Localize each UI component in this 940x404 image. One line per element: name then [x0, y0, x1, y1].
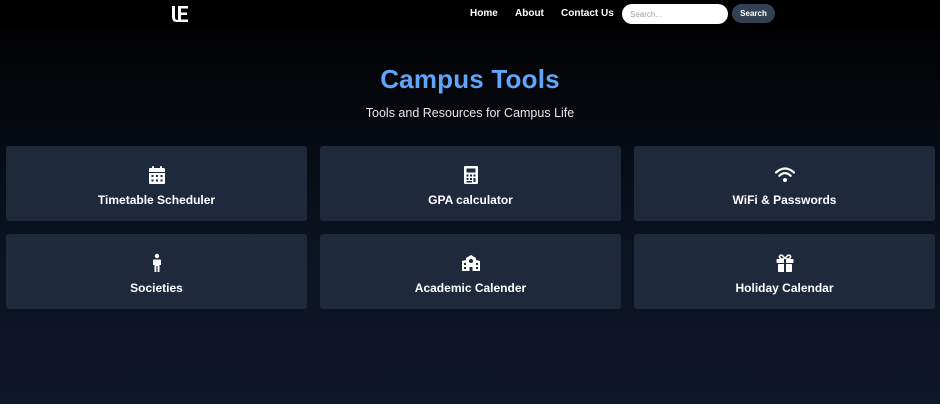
navbar: Home About Contact Us Search — [0, 0, 940, 30]
school-icon — [461, 253, 481, 273]
nav-contact-link[interactable]: Contact Us — [561, 8, 614, 19]
tools-grid: Timetable Scheduler GPA calculator WiFi … — [6, 146, 935, 309]
search-input[interactable] — [622, 4, 728, 24]
page-title: Campus Tools — [380, 64, 560, 94]
page-subtitle: Tools and Resources for Campus Life — [365, 106, 575, 120]
tool-card-academic-calender[interactable]: Academic Calender — [320, 234, 621, 309]
person-icon — [147, 253, 167, 273]
tool-card-label: Timetable Scheduler — [97, 193, 216, 207]
tool-card-label: GPA calculator — [428, 193, 513, 207]
ue-logo-icon[interactable] — [171, 5, 189, 23]
wifi-icon — [774, 165, 795, 185]
tool-card-wifi-passwords[interactable]: WiFi & Passwords — [634, 146, 935, 221]
tool-card-label: WiFi & Passwords — [732, 193, 837, 207]
nav-about-link[interactable]: About — [515, 8, 544, 19]
tool-card-societies[interactable]: Societies — [6, 234, 307, 309]
calculator-icon — [461, 165, 481, 185]
nav-home-link[interactable]: Home — [470, 8, 498, 19]
tool-card-label: Academic Calender — [414, 281, 527, 295]
search-button[interactable]: Search — [732, 4, 775, 23]
calendar-icon — [147, 165, 167, 185]
tool-card-label: Societies — [130, 281, 183, 295]
tool-card-holiday-calendar[interactable]: Holiday Calendar — [634, 234, 935, 309]
tool-card-gpa-calculator[interactable]: GPA calculator — [320, 146, 621, 221]
tool-card-timetable-scheduler[interactable]: Timetable Scheduler — [6, 146, 307, 221]
tool-card-label: Holiday Calendar — [735, 281, 834, 295]
gift-icon — [775, 253, 795, 273]
